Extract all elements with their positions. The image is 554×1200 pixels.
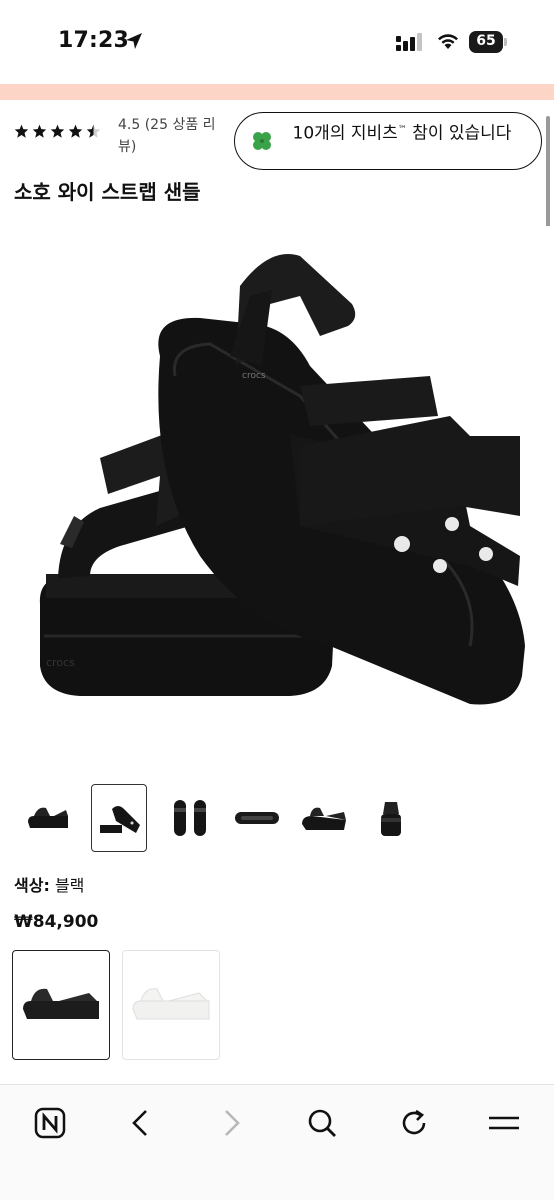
star-half-icon — [86, 124, 101, 138]
color-value: 블랙 — [54, 876, 85, 895]
star-full-icon — [32, 124, 47, 138]
star-full-icon — [14, 124, 29, 138]
status-bar: 17:23 65 — [0, 0, 554, 84]
rating-stars — [14, 124, 101, 138]
reload-icon — [402, 1109, 426, 1135]
battery-tip — [504, 38, 507, 46]
product-rating[interactable]: 4.5 (25 상품 리뷰) — [14, 112, 224, 156]
thumbnail-sole-view[interactable] — [229, 784, 285, 852]
thumbnail-strip — [18, 784, 538, 856]
swatch-white[interactable] — [122, 950, 220, 1060]
forward-button[interactable] — [212, 1103, 252, 1143]
promo-banner-strip[interactable] — [0, 84, 554, 100]
wifi-icon — [438, 34, 458, 49]
search-button[interactable] — [302, 1103, 342, 1143]
naver-home-button[interactable] — [30, 1103, 70, 1143]
color-label: 색상: 블랙 — [14, 872, 84, 896]
reload-button[interactable] — [394, 1103, 434, 1143]
naver-icon — [34, 1107, 66, 1139]
thumbnail-back-view[interactable] — [363, 784, 419, 852]
menu-button[interactable] — [484, 1103, 524, 1143]
menu-icon — [489, 1116, 519, 1130]
location-arrow-icon — [126, 33, 142, 49]
page-scrollbar[interactable] — [546, 116, 550, 238]
swatch-white-image — [132, 988, 210, 1020]
swatch-black[interactable] — [12, 950, 110, 1060]
jibbitz-charms-button[interactable]: 10개의 지비츠™ 참이 있습니다 — [234, 112, 542, 170]
thumbnail-pair-view[interactable] — [91, 784, 147, 852]
thumbnail-top-view[interactable] — [162, 784, 218, 852]
status-time: 17:23 — [58, 28, 130, 53]
battery-indicator: 65 — [469, 31, 507, 53]
jibbitz-label: 10개의 지비츠™ 참이 있습니다 — [277, 118, 527, 146]
trademark-mark: ™ — [397, 125, 407, 135]
back-button[interactable] — [120, 1103, 160, 1143]
svg-text:crocs: crocs — [242, 371, 266, 381]
product-title: 소호 와이 스트랩 샌들 — [14, 180, 201, 204]
jibbitz-label-suffix: 참이 있습니다 — [406, 123, 512, 144]
product-main-image[interactable]: crocs crocs — [0, 226, 554, 766]
star-full-icon — [50, 124, 65, 138]
battery-percentage: 65 — [476, 33, 496, 49]
thumbnail-side-view[interactable] — [20, 784, 76, 852]
search-icon — [308, 1109, 336, 1137]
rating-summary[interactable]: 4.5 (25 상품 리뷰) — [118, 114, 218, 158]
forward-icon — [225, 1110, 240, 1136]
product-price: ₩84,900 — [14, 912, 99, 932]
clover-icon — [253, 132, 271, 150]
jibbitz-label-main: 10개의 지비츠 — [292, 123, 398, 144]
back-icon — [132, 1110, 147, 1136]
browser-toolbar — [0, 1084, 554, 1200]
swatch-black-image — [23, 988, 99, 1019]
thumbnail-three-quarter-view[interactable] — [296, 784, 352, 852]
color-label-key: 색상: — [14, 876, 50, 895]
cellular-signal-icon — [396, 33, 422, 51]
svg-text:crocs: crocs — [46, 656, 75, 669]
star-full-icon — [68, 124, 83, 138]
